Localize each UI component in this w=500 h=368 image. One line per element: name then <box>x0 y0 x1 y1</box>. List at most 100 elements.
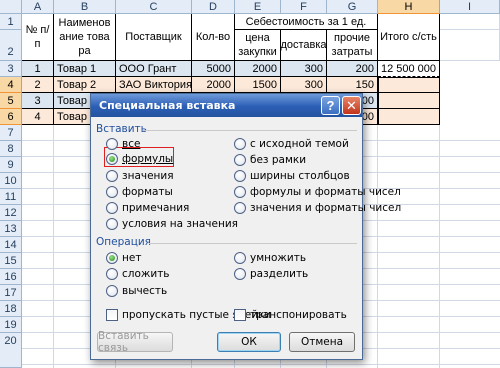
row-header-13[interactable]: 13 <box>0 221 22 237</box>
operation-option-none[interactable]: нет <box>106 251 141 265</box>
radio-button[interactable] <box>234 170 246 182</box>
operation-option-divide[interactable]: разделить <box>234 267 308 281</box>
header-cost-group[interactable]: Себестоимость за 1 ед. <box>235 14 378 30</box>
radio-button[interactable] <box>234 186 246 198</box>
header-other[interactable]: прочие затраты <box>327 30 378 61</box>
cell-qty[interactable]: 2000 <box>192 77 235 93</box>
header-price[interactable]: цена закупки <box>235 30 281 61</box>
operation-option-subtract[interactable]: вычесть <box>106 284 167 298</box>
column-header-g[interactable]: G <box>327 0 378 14</box>
transpose-checkbox[interactable]: транспонировать <box>234 308 347 322</box>
column-header-h[interactable]: H <box>378 0 440 14</box>
radio-button[interactable] <box>106 285 118 297</box>
header-supplier[interactable]: Поставщик <box>116 14 192 61</box>
cell-price[interactable]: 2000 <box>235 61 281 77</box>
row-header-14[interactable]: 14 <box>0 237 22 253</box>
paste-option-no-borders[interactable]: без рамки <box>234 153 306 167</box>
paste-option-comments[interactable]: примечания <box>106 201 189 215</box>
row-header-12[interactable]: 12 <box>0 205 22 221</box>
cancel-button[interactable]: Отмена <box>289 332 355 352</box>
paste-option-all[interactable]: все <box>106 137 140 151</box>
cell-i2[interactable] <box>440 30 500 61</box>
cell-name[interactable]: Товар 2 <box>54 77 116 93</box>
row-header-19[interactable]: 19 <box>0 317 22 333</box>
cell-num[interactable]: 2 <box>22 77 54 93</box>
select-all-corner[interactable] <box>0 0 22 14</box>
cell-total[interactable]: 12 500 000 <box>378 61 440 77</box>
cell-i1[interactable] <box>440 14 500 30</box>
row-header-20[interactable]: 20 <box>0 333 22 368</box>
cell-other[interactable]: 200 <box>327 61 378 77</box>
operation-option-multiply[interactable]: умножить <box>234 251 306 265</box>
row-header-2[interactable]: 2 <box>0 30 22 61</box>
checkbox[interactable] <box>106 309 118 321</box>
column-header-f[interactable]: F <box>281 0 327 14</box>
cell-supplier[interactable]: ООО Грант <box>116 61 192 77</box>
radio-button[interactable] <box>106 186 118 198</box>
radio-button[interactable] <box>106 218 118 230</box>
column-header-i[interactable]: I <box>440 0 500 14</box>
paste-option-values-number-formats[interactable]: значения и форматы чисел <box>234 201 401 215</box>
help-button[interactable]: ? <box>321 96 340 115</box>
radio-button[interactable] <box>234 154 246 166</box>
radio-button[interactable] <box>234 138 246 150</box>
cell-supplier[interactable]: ЗАО Виктория <box>116 77 192 93</box>
column-header-e[interactable]: E <box>235 0 281 14</box>
radio-button[interactable] <box>106 268 118 280</box>
row-header-5[interactable]: 5 <box>0 93 22 109</box>
ok-button[interactable]: ОК <box>217 332 281 352</box>
radio-button[interactable] <box>234 252 246 264</box>
row-header-9[interactable]: 9 <box>0 157 22 173</box>
cell-total[interactable] <box>378 109 440 125</box>
radio-button[interactable] <box>234 202 246 214</box>
row-header-10[interactable]: 10 <box>0 173 22 189</box>
header-delivery[interactable]: доставка <box>281 30 327 61</box>
paste-option-formulas[interactable]: формулы <box>106 152 173 166</box>
paste-option-formats[interactable]: форматы <box>106 185 173 199</box>
paste-option-validation[interactable]: условия на значения <box>106 217 238 231</box>
cell-total[interactable] <box>378 77 440 93</box>
row-header-8[interactable]: 8 <box>0 141 22 157</box>
row-header-15[interactable]: 15 <box>0 253 22 269</box>
row-header-16[interactable]: 16 <box>0 269 22 285</box>
row-header-3[interactable]: 3 <box>0 61 22 77</box>
radio-button[interactable] <box>234 268 246 280</box>
operation-option-add[interactable]: сложить <box>106 267 170 281</box>
paste-option-values[interactable]: значения <box>106 169 174 183</box>
cell-other[interactable]: 150 <box>327 77 378 93</box>
row-header-4[interactable]: 4 <box>0 77 22 93</box>
cell-delivery[interactable]: 300 <box>281 61 327 77</box>
paste-option-source-theme[interactable]: с исходной темой <box>234 137 349 151</box>
header-name[interactable]: Наименование товара <box>54 14 116 61</box>
column-header-c[interactable]: C <box>116 0 192 14</box>
row-header-17[interactable]: 17 <box>0 285 22 301</box>
cell-total[interactable] <box>378 93 440 109</box>
row-header-18[interactable]: 18 <box>0 301 22 317</box>
row-header-1[interactable]: 1 <box>0 14 22 30</box>
row-header-6[interactable]: 6 <box>0 109 22 125</box>
radio-button[interactable] <box>106 138 118 150</box>
close-button[interactable]: ✕ <box>342 96 361 115</box>
header-num[interactable]: № п/п <box>22 14 54 61</box>
cell-delivery[interactable]: 300 <box>281 77 327 93</box>
header-total[interactable]: Итого с/сть <box>378 14 440 61</box>
header-qty[interactable]: Кол-во <box>192 14 235 61</box>
cell-qty[interactable]: 5000 <box>192 61 235 77</box>
paste-option-formulas-number-formats[interactable]: формулы и форматы чисел <box>234 185 401 199</box>
column-header-b[interactable]: B <box>54 0 116 14</box>
column-header-d[interactable]: D <box>192 0 235 14</box>
radio-button-selected[interactable] <box>106 252 118 264</box>
cell-num[interactable]: 3 <box>22 93 54 109</box>
cell-price[interactable]: 1500 <box>235 77 281 93</box>
radio-button-selected[interactable] <box>106 153 118 165</box>
row-header-11[interactable]: 11 <box>0 189 22 205</box>
cell-name[interactable]: Товар 1 <box>54 61 116 77</box>
paste-link-button[interactable]: Вставить связь <box>97 330 173 354</box>
cell-num[interactable]: 1 <box>22 61 54 77</box>
radio-button[interactable] <box>106 202 118 214</box>
checkbox[interactable] <box>234 309 246 321</box>
radio-button[interactable] <box>106 170 118 182</box>
column-header-a[interactable]: A <box>22 0 54 14</box>
paste-option-column-widths[interactable]: ширины столбцов <box>234 169 350 183</box>
cell-num[interactable]: 4 <box>22 109 54 125</box>
